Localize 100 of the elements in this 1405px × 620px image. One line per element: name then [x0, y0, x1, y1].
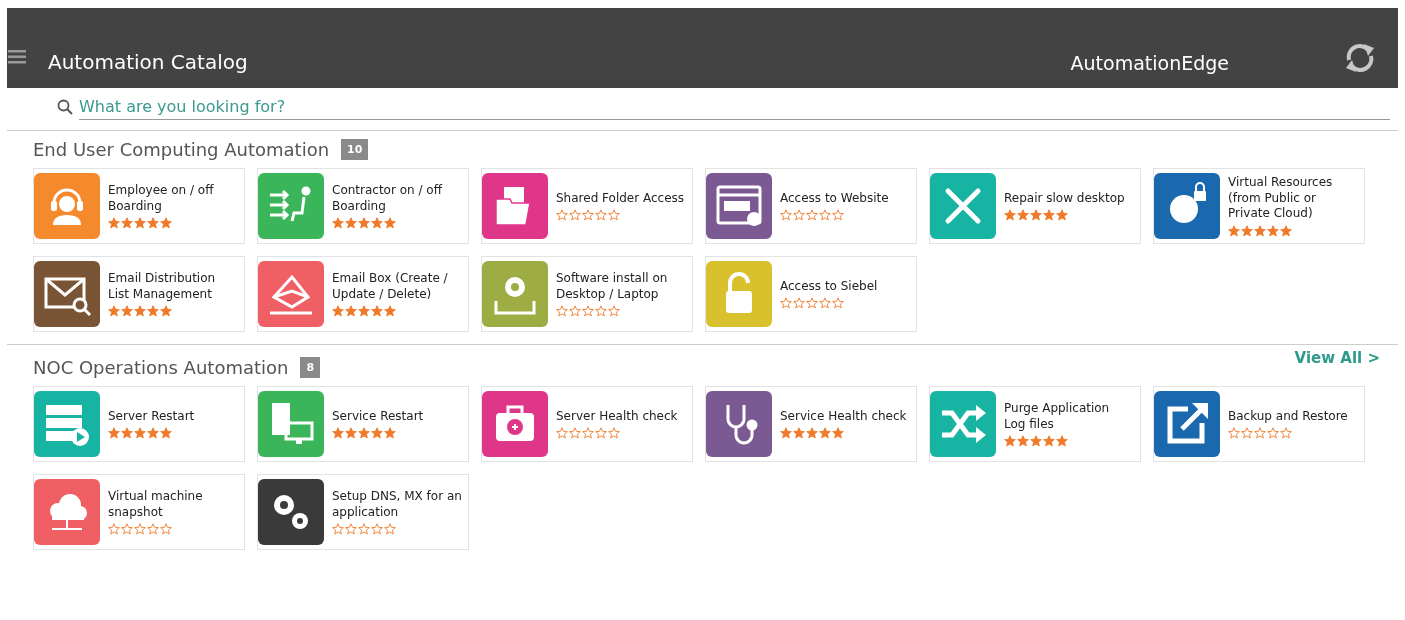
star-icon	[780, 297, 792, 310]
star-icon	[1254, 427, 1266, 440]
automation-card[interactable]: Shared Folder Access	[481, 168, 693, 244]
star-icon	[832, 297, 844, 310]
star-icon	[121, 305, 133, 318]
star-icon	[371, 217, 383, 230]
star-icon	[108, 305, 120, 318]
star-icon	[608, 209, 620, 222]
automation-card[interactable]: Email Distribution List Management	[33, 256, 245, 332]
star-icon	[332, 427, 344, 440]
star-icon	[1267, 427, 1279, 440]
star-icon	[1056, 209, 1068, 222]
star-icon	[1241, 224, 1253, 237]
star-icon	[832, 427, 844, 440]
star-icon	[1056, 435, 1068, 448]
card-title: Email Distribution List Management	[108, 270, 217, 303]
automation-card[interactable]: Email Box (Create / Update / Delete)	[257, 256, 469, 332]
automation-card[interactable]: Access to Website	[705, 168, 917, 244]
star-icon	[582, 209, 594, 222]
automation-card[interactable]: Setup DNS, MX for an application	[257, 474, 469, 550]
star-icon	[1004, 435, 1016, 448]
section-title: NOC Operations Automation	[33, 357, 289, 378]
star-icon	[1017, 209, 1029, 222]
star-icon	[556, 305, 568, 318]
star-icon	[371, 305, 383, 318]
star-icon	[819, 209, 831, 222]
star-icon	[332, 305, 344, 318]
automation-card[interactable]: Purge Application Log files	[929, 386, 1141, 462]
star-icon	[121, 217, 133, 230]
star-icon	[160, 305, 172, 318]
automation-card[interactable]: Repair slow desktop	[929, 168, 1141, 244]
card-title: Software install on Desktop / Laptop	[556, 270, 669, 303]
card-title: Access to Siebel	[780, 278, 879, 295]
star-icon	[345, 523, 357, 536]
card-title: Backup and Restore	[1228, 408, 1349, 425]
star-icon	[556, 209, 568, 222]
automation-card[interactable]: Access to Siebel	[705, 256, 917, 332]
star-icon	[556, 427, 568, 440]
star-icon	[806, 209, 818, 222]
automation-card[interactable]: Service Health check	[705, 386, 917, 462]
card-title: Access to Website	[780, 190, 890, 207]
automation-card[interactable]: Service Restart	[257, 386, 469, 462]
star-icon	[160, 427, 172, 440]
star-icon	[608, 305, 620, 318]
star-icon	[582, 305, 594, 318]
card-title: Setup DNS, MX for an application	[332, 488, 462, 521]
star-icon	[595, 305, 607, 318]
star-icon	[806, 427, 818, 440]
star-icon	[569, 209, 581, 222]
star-icon	[1228, 427, 1240, 440]
star-icon	[780, 209, 792, 222]
automation-card[interactable]: Software install on Desktop / Laptop	[481, 256, 693, 332]
card-title: Virtual machine snapshot	[108, 488, 204, 521]
star-icon	[371, 427, 383, 440]
star-icon	[1228, 224, 1240, 237]
card-title: Server Restart	[108, 408, 196, 425]
star-icon	[1267, 224, 1279, 237]
star-icon	[806, 297, 818, 310]
brand-name: AutomationEdge	[1070, 52, 1229, 74]
star-icon	[147, 427, 159, 440]
refresh-icon[interactable]	[1344, 42, 1376, 74]
star-icon	[1241, 427, 1253, 440]
automation-card[interactable]: Server Restart	[33, 386, 245, 462]
star-icon	[832, 209, 844, 222]
card-title: Repair slow desktop	[1004, 190, 1126, 207]
star-icon	[569, 427, 581, 440]
star-icon	[569, 305, 581, 318]
star-icon	[358, 523, 370, 536]
card-title: Server Health check	[556, 408, 679, 425]
card-title: Purge Application Log files	[1004, 400, 1111, 433]
app-title: Automation Catalog	[48, 50, 248, 74]
star-icon	[819, 297, 831, 310]
star-icon	[358, 217, 370, 230]
star-icon	[780, 427, 792, 440]
star-icon	[608, 427, 620, 440]
automation-card[interactable]: Contractor on / off Boarding	[257, 168, 469, 244]
star-icon	[345, 305, 357, 318]
automation-card[interactable]: Virtual machine snapshot	[33, 474, 245, 550]
star-icon	[147, 217, 159, 230]
star-icon	[160, 217, 172, 230]
star-icon	[160, 523, 172, 536]
star-icon	[793, 209, 805, 222]
star-icon	[108, 523, 120, 536]
section-title: End User Computing Automation	[33, 139, 330, 160]
card-title: Service Restart	[332, 408, 425, 425]
star-icon	[1043, 435, 1055, 448]
automation-card[interactable]: Server Health check	[481, 386, 693, 462]
star-icon	[793, 427, 805, 440]
automation-card[interactable]: Virtual Resources (from Public or Private Cloud)	[1153, 168, 1365, 244]
count-badge: 10	[341, 139, 369, 160]
star-icon	[1043, 209, 1055, 222]
star-icon	[134, 217, 146, 230]
card-title: Email Box (Create / Update / Delete)	[332, 270, 449, 303]
menu-icon[interactable]	[8, 50, 26, 64]
star-icon	[108, 217, 120, 230]
star-icon	[384, 427, 396, 440]
automation-card[interactable]: Backup and Restore	[1153, 386, 1365, 462]
star-icon	[147, 523, 159, 536]
star-icon	[134, 305, 146, 318]
automation-card[interactable]: Employee on / off Boarding	[33, 168, 245, 244]
